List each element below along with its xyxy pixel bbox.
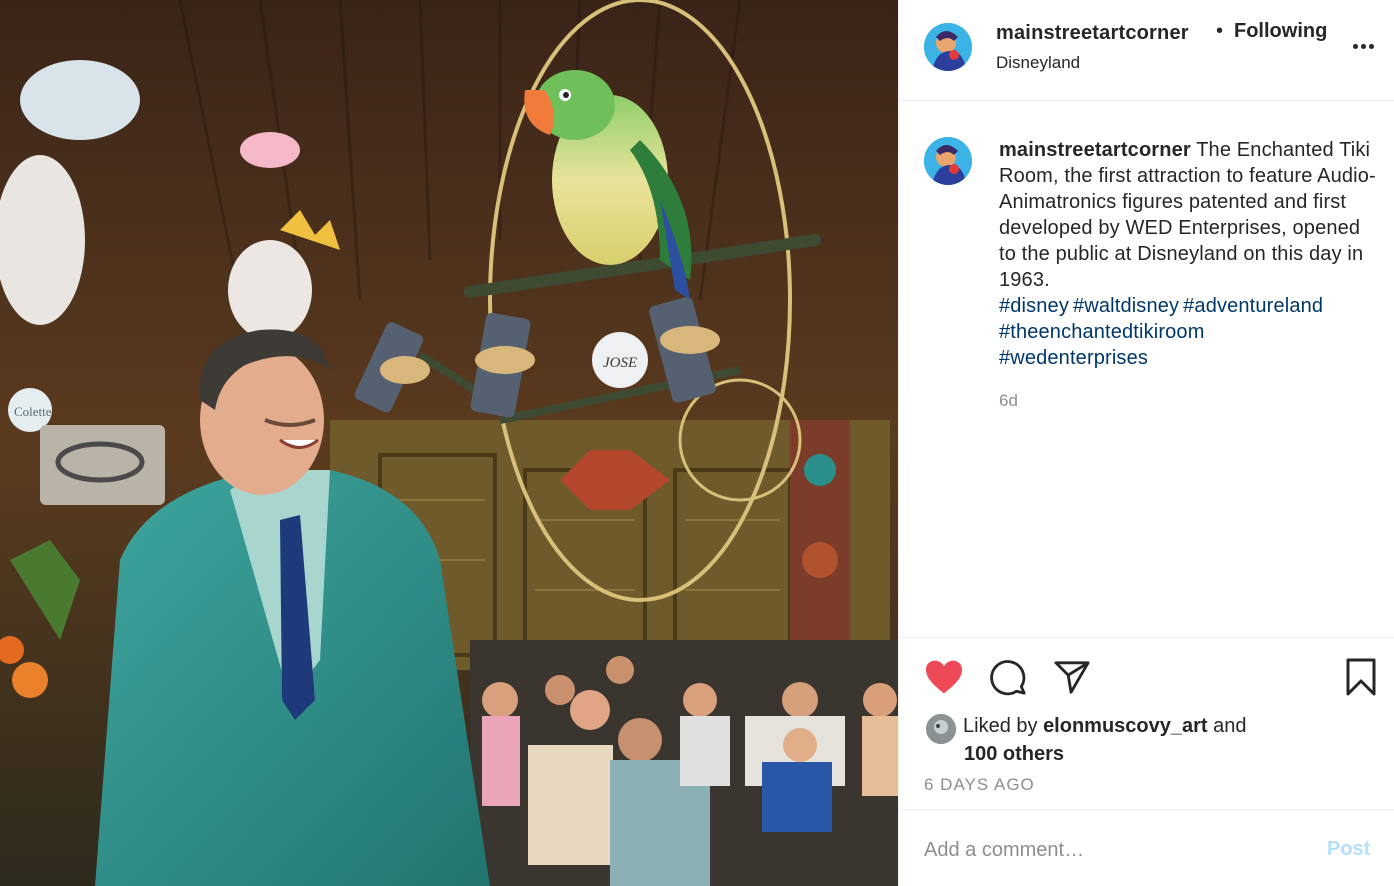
instagram-post: Colette JOSE mainstreetartcorner • Follo… [0, 0, 1394, 886]
hashtag-link[interactable]: #disney [999, 295, 1069, 317]
comments-area: mainstreetartcorner The Enchanted Tiki R… [899, 101, 1394, 638]
author-avatar[interactable] [924, 23, 972, 71]
others-likes-link[interactable]: 100 others [964, 740, 1064, 768]
bookmark-icon[interactable] [1339, 655, 1383, 699]
author-username[interactable]: mainstreetartcorner [996, 22, 1189, 45]
tiki-room-photo: Colette JOSE [0, 0, 898, 886]
post-actions: Liked by elonmuscovy_art and 100 others … [899, 638, 1394, 810]
post-header: mainstreetartcorner • Following Disneyla… [899, 0, 1394, 101]
hashtag-link[interactable]: #adventureland [1183, 295, 1323, 317]
post-comment-button[interactable]: Post [1327, 838, 1370, 861]
liked-by-line: Liked by elonmuscovy_art and [963, 712, 1247, 740]
hashtag-link[interactable]: #wedenterprises [999, 347, 1148, 369]
more-options-icon[interactable] [1351, 36, 1377, 56]
caption-timestamp[interactable]: 6d [999, 391, 1018, 411]
send-icon[interactable] [1050, 655, 1094, 699]
avatar-image [924, 137, 972, 185]
hashtag-link[interactable]: #theenchantedtikiroom [999, 321, 1205, 343]
perch-tag-text: JOSE [603, 355, 637, 371]
plaque-text: Colette [14, 404, 52, 419]
avatar-image [924, 23, 972, 71]
location-link[interactable]: Disneyland [996, 53, 1080, 73]
add-comment-bar: Post [899, 810, 1394, 886]
comment-icon[interactable] [986, 655, 1030, 699]
hashtag-list: #disney #waltdisney #adventureland #theench… [999, 293, 1379, 371]
post-timestamp[interactable]: 6 DAYS AGO [924, 775, 1035, 795]
liked-and: and [1213, 715, 1247, 737]
liker-username[interactable]: elonmuscovy_art [1043, 715, 1208, 737]
caption-text: The Enchanted Tiki Room, the first attra… [999, 139, 1376, 291]
hashtag-link[interactable]: #waltdisney [1073, 295, 1179, 317]
post-sidebar: mainstreetartcorner • Following Disneyla… [898, 0, 1394, 886]
separator-dot: • [1216, 20, 1224, 42]
heart-icon[interactable] [922, 655, 966, 699]
comment-input[interactable] [924, 836, 1304, 864]
post-photo[interactable]: Colette JOSE [0, 0, 898, 886]
caption-avatar[interactable] [924, 137, 972, 185]
post-caption: mainstreetartcorner The Enchanted Tiki R… [999, 137, 1379, 371]
caption-username[interactable]: mainstreetartcorner [999, 139, 1191, 161]
liker-avatar[interactable] [926, 714, 956, 744]
following-button[interactable]: Following [1234, 20, 1327, 43]
liked-prefix: Liked by [963, 715, 1038, 737]
